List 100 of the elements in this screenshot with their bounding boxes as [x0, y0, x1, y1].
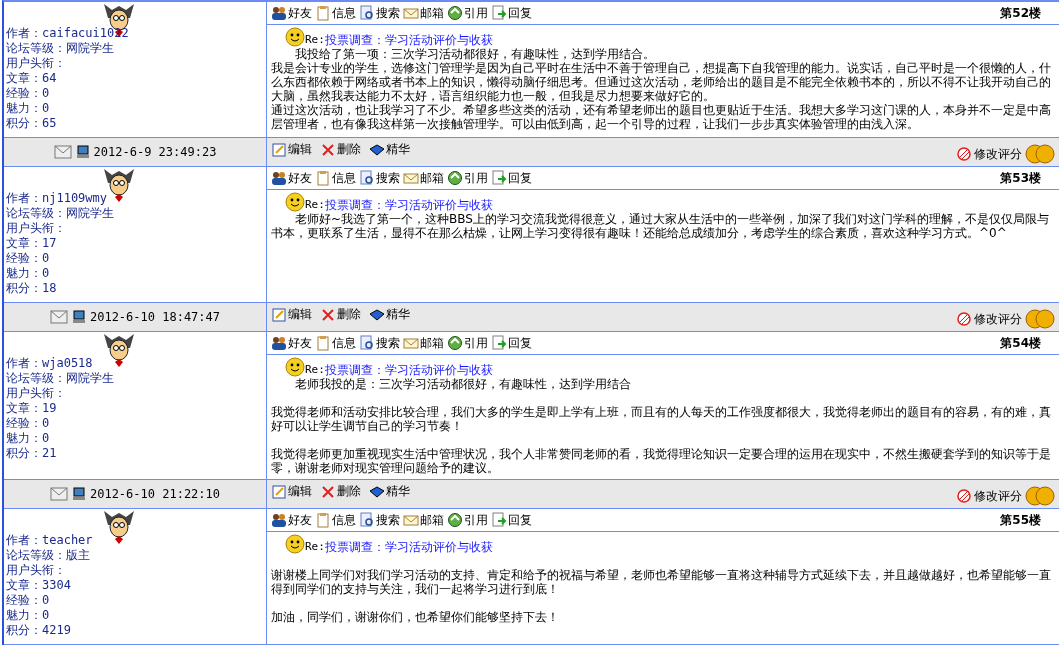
author-info-line: 用户头衔： [6, 221, 67, 236]
post-action-link[interactable]: 精华 [369, 141, 410, 158]
close-icon [320, 306, 336, 323]
toolbar-link[interactable]: 引用 [447, 4, 488, 22]
search-icon [359, 170, 375, 186]
toolbar-link[interactable]: 邮箱 [403, 511, 444, 529]
post-action-link[interactable]: 精华 [369, 483, 410, 500]
reply-prefix: Re: [305, 540, 325, 554]
toolbar-link[interactable]: 好友 [271, 169, 312, 187]
computer-icon[interactable] [75, 145, 90, 159]
toolbar-link[interactable]: 引用 [447, 169, 488, 187]
post-action-link[interactable]: 删除 [320, 141, 361, 158]
post-paragraph: 我觉得老师更加重视现实生活中管理状况，我个人非常赞同老师的看，我觉得理论知识一定要合理的运用在现实中，不然生搬硬套学到的知识等于是零，谢谢老师对现实管理问题给予的建议。 [271, 446, 1052, 475]
computer-icon[interactable] [71, 310, 86, 324]
post-date: 2012-6-10 18:47:47 [89, 310, 220, 324]
author-info-line: 经验：0 [6, 251, 51, 266]
author-info-line: 魅力：0 [6, 608, 51, 623]
coins-icon [1025, 486, 1055, 506]
envelope-icon [403, 5, 419, 21]
toolbar-link[interactable]: 好友 [271, 334, 312, 352]
post-action-link[interactable]: 编辑 [271, 141, 312, 158]
author-info-line: 用户头衔： [6, 386, 67, 401]
search-icon [359, 512, 375, 528]
toolbar-link[interactable]: 搜索 [359, 4, 400, 22]
toolbar-link[interactable]: 好友 [271, 511, 312, 529]
post-paragraph: 谢谢楼上同学们对我们学习活动的支持、肯定和给予的祝福与希望，老师也希望能够一直将这种辅导方式延续下去，并且越做越好，也希望能够一直得到同学们的支持与关注，我们一起将学习进行到底！ [271, 567, 1052, 596]
rating-link[interactable]: 修改评分 [957, 309, 1055, 329]
topic-link[interactable]: 投票调查：学习活动评价与收获 [324, 363, 493, 377]
reply-prefix: Re: [305, 198, 325, 212]
people-icon [271, 5, 287, 21]
post-action-link[interactable]: 删除 [320, 483, 361, 500]
author-info-line: 作者：nj1109wmy [6, 191, 109, 206]
toolbar-link[interactable]: 搜索 [359, 169, 400, 187]
coins-icon [1025, 144, 1055, 164]
author-info-line: 作者：wja0518 [6, 356, 94, 371]
author-info-line: 作者：caifacui1022 [6, 26, 130, 41]
floor-number: 第52楼 [1000, 4, 1042, 22]
author-info-line: 魅力：0 [6, 431, 51, 446]
cartoon-avatar-icon [102, 509, 136, 545]
author-info-line: 文章：17 [6, 236, 58, 251]
topic-link[interactable]: 投票调查：学习活动评价与收获 [324, 198, 493, 212]
floor-number: 第53楼 [1000, 169, 1042, 187]
toolbar-link[interactable]: 信息 [315, 511, 356, 529]
author-info-line: 论坛等级：网院学生 [6, 41, 115, 56]
toolbar-link[interactable]: 信息 [315, 334, 356, 352]
reply-prefix: Re: [305, 363, 325, 377]
envelope-icon [403, 335, 419, 351]
author-info-line: 论坛等级：网院学生 [6, 206, 115, 221]
close-icon [320, 483, 336, 500]
toolbar-link[interactable]: 回复 [491, 4, 532, 22]
envelope-icon [403, 170, 419, 186]
cartoon-avatar-icon [102, 332, 136, 368]
post-action-link[interactable]: 删除 [320, 306, 361, 323]
toolbar-link[interactable]: 引用 [447, 334, 488, 352]
author-info-line: 积分：18 [6, 281, 58, 296]
topic-link[interactable]: 投票调查：学习活动评价与收获 [324, 540, 493, 554]
post-action-link[interactable]: 编辑 [271, 306, 312, 323]
toolbar-link[interactable]: 回复 [491, 511, 532, 529]
author-info-line: 经验：0 [6, 593, 51, 608]
people-icon [271, 512, 287, 528]
floor-number: 第55楼 [1000, 511, 1042, 529]
toolbar-link[interactable]: 邮箱 [403, 334, 444, 352]
edit-icon [271, 483, 287, 500]
smiley-icon [285, 357, 305, 377]
rating-link[interactable]: 修改评分 [957, 144, 1055, 164]
author-info-line: 文章：3304 [6, 578, 72, 593]
author-info-line: 积分：4219 [6, 623, 72, 638]
post-action-link[interactable]: 精华 [369, 306, 410, 323]
no-sign-icon [957, 489, 971, 503]
coins-icon [1025, 309, 1055, 329]
post-paragraph: 加油，同学们，谢谢你们，也希望你们能够坚持下去！ [271, 609, 560, 624]
author-info-line: 文章：64 [6, 71, 58, 86]
toolbar-link[interactable]: 搜索 [359, 511, 400, 529]
toolbar-link[interactable]: 信息 [315, 169, 356, 187]
no-sign-icon [957, 312, 971, 326]
author-info-line: 作者：teacher [6, 533, 94, 548]
topic-link[interactable]: 投票调查：学习活动评价与收获 [324, 33, 493, 47]
author-info-line: 魅力：0 [6, 101, 51, 116]
toolbar-link[interactable]: 好友 [271, 4, 312, 22]
smiley-icon [285, 192, 305, 212]
author-info-line: 用户头衔： [6, 56, 67, 71]
toolbar-link[interactable]: 邮箱 [403, 4, 444, 22]
search-icon [359, 5, 375, 21]
envelope-icon [403, 512, 419, 528]
clipboard-icon [315, 512, 331, 528]
toolbar-link[interactable]: 引用 [447, 511, 488, 529]
edit-icon [271, 306, 287, 323]
rating-link[interactable]: 修改评分 [957, 486, 1055, 506]
post-action-link[interactable]: 编辑 [271, 483, 312, 500]
search-icon [359, 335, 375, 351]
toolbar-link[interactable]: 回复 [491, 169, 532, 187]
toolbar-link[interactable]: 回复 [491, 334, 532, 352]
post-paragraph: 我投给了第一项：三次学习活动都很好，有趣味性，达到学用结合。 [294, 47, 656, 61]
people-icon [271, 170, 287, 186]
toolbar-link[interactable]: 信息 [315, 4, 356, 22]
computer-icon[interactable] [71, 487, 86, 501]
toolbar-link[interactable]: 邮箱 [403, 169, 444, 187]
toolbar-link[interactable]: 搜索 [359, 334, 400, 352]
clipboard-icon [315, 335, 331, 351]
clipboard-icon [315, 170, 331, 186]
